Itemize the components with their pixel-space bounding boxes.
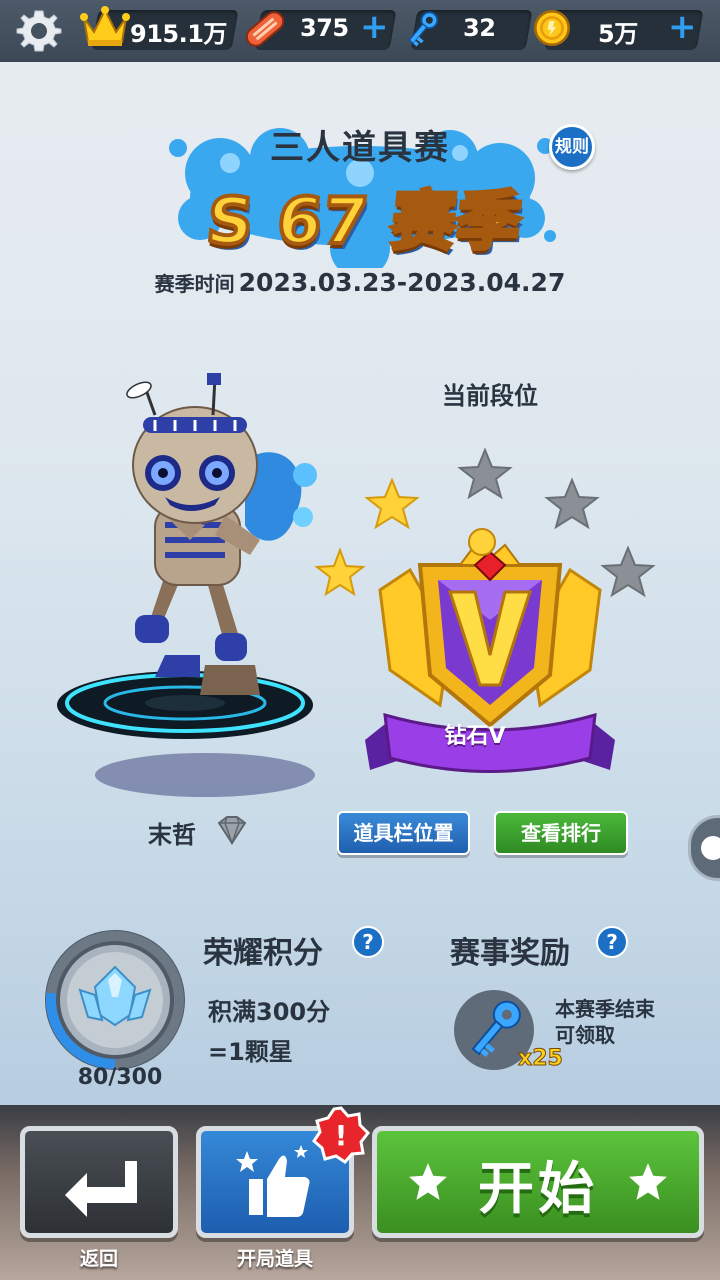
honor-desc-line2: =1颗星 [208, 1038, 293, 1066]
crown-icon [80, 6, 130, 46]
alert-badge-icon: ! [312, 1106, 370, 1164]
side-drawer-handle[interactable] [688, 815, 720, 881]
reward-count: x25 [518, 1046, 564, 1072]
return-arrow-icon [65, 1161, 137, 1217]
coin-icon [533, 9, 571, 47]
rules-button[interactable]: 规则 [549, 124, 595, 170]
reward-description: 本赛季结束 可领取 [555, 996, 655, 1048]
hoverboard-icon [245, 11, 285, 47]
diamond-icon [217, 816, 247, 846]
reward-desc-line2: 可领取 [555, 1023, 615, 1047]
current-rank-label: 当前段位 [442, 382, 538, 410]
honor-progress-ring [45, 930, 185, 1070]
honor-progress-text: 80/300 [77, 1065, 163, 1090]
rank-star-filled [314, 547, 366, 597]
reward-desc-line1: 本赛季结束 [555, 997, 655, 1021]
season-time: 赛季时间 2023.03.23-2023.04.27 [0, 268, 720, 297]
season-time-value: 2023.03.23-2023.04.27 [238, 268, 566, 297]
rank-name: 钻石V [444, 724, 506, 749]
honor-points-title: 荣耀积分 [203, 936, 323, 971]
main-panel: 915.1万 375 + 32 5万 + 三人道具赛 S 67 赛季 规则 赛季… [0, 0, 720, 1105]
key-icon [408, 11, 439, 47]
gear-icon[interactable] [14, 7, 64, 55]
boards-value: 375 [300, 14, 349, 42]
reward-help-icon[interactable]: ? [596, 926, 628, 958]
rank-star-empty [600, 545, 656, 598]
alert-mark: ! [335, 1119, 348, 1152]
honor-desc-line1: 积满300分 [208, 998, 331, 1026]
start-label: 开始 [478, 1157, 598, 1222]
back-button[interactable] [20, 1126, 178, 1238]
rank-star-empty [544, 477, 600, 530]
back-label: 返回 [79, 1248, 118, 1270]
crowns-value: 915.1万 [130, 20, 227, 48]
player-name: 末哲 [148, 821, 196, 849]
coins-add-button[interactable]: + [668, 10, 697, 44]
honor-help-icon[interactable]: ? [352, 926, 384, 958]
coins-value: 5万 [598, 20, 638, 48]
rank-star-filled [364, 477, 420, 530]
starting-items-label: 开局道具 [236, 1248, 313, 1270]
leaderboard-button[interactable]: 查看排行 [494, 811, 628, 855]
season-time-label: 赛季时间 [154, 272, 235, 296]
resource-bar: 915.1万 375 + 32 5万 + [0, 0, 720, 62]
keys-value: 32 [463, 14, 496, 42]
item-slot-button[interactable]: 道具栏位置 [337, 811, 470, 855]
honor-description: 积满300分 =1颗星 [208, 992, 330, 1072]
event-title: 三人道具赛 [270, 128, 450, 168]
character-robot-on-hoverboard [57, 373, 317, 797]
rank-star-empty [457, 447, 513, 500]
event-reward-title: 赛事奖励 [450, 936, 570, 971]
boards-add-button[interactable]: + [360, 10, 389, 44]
season-title: S 67 赛季 [201, 183, 527, 261]
